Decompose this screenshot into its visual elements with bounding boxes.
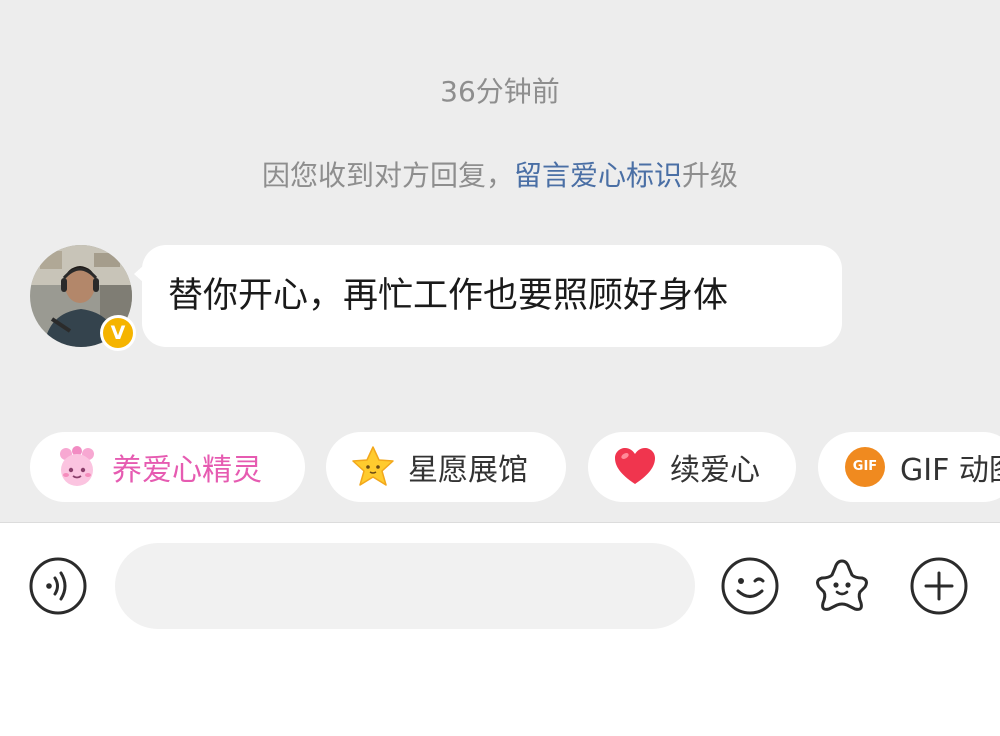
gif-badge: GIF (845, 447, 885, 487)
chip-gif[interactable]: GIF GIF 动图 (818, 432, 1000, 502)
chip-label: 星愿展馆 (408, 453, 528, 488)
fairy-icon (54, 444, 100, 490)
voice-icon[interactable] (28, 556, 88, 616)
system-notice: 因您收到对方回复，留言爱心标识升级 (0, 154, 1000, 194)
vip-badge-icon: V (100, 315, 136, 351)
sticker-icon[interactable] (812, 556, 872, 616)
notice-prefix: 因您收到对方回复， (261, 159, 514, 192)
notice-suffix: 升级 (682, 159, 739, 192)
chat-area: 36分钟前 因您收到对方回复，留言爱心标识升级 V 替你开心，再忙工作也要照顾好 (0, 0, 1000, 522)
message-timestamp: 36分钟前 (440, 75, 560, 108)
chip-label: 续爱心 (670, 453, 760, 488)
heart-icon (612, 444, 658, 490)
chip-label: GIF 动图 (900, 453, 1000, 488)
plus-icon[interactable] (909, 556, 969, 616)
quick-actions: 养爱心精灵 星愿展馆 续爱心 GIF GIF 动 (30, 432, 1000, 502)
chip-star-gallery[interactable]: 星愿展馆 (326, 432, 566, 502)
notice-link[interactable]: 留言爱心标识 (514, 159, 682, 192)
chip-fairy[interactable]: 养爱心精灵 (30, 432, 305, 502)
gif-icon: GIF (842, 444, 888, 490)
emoji-icon[interactable] (720, 556, 780, 616)
star-icon (350, 444, 396, 490)
chip-renew-heart[interactable]: 续爱心 (588, 432, 796, 502)
message-input[interactable] (115, 543, 695, 629)
input-bar (0, 522, 1000, 736)
message-bubble[interactable]: 替你开心，再忙工作也要照顾好身体 (142, 245, 842, 347)
chip-label: 养爱心精灵 (112, 453, 262, 488)
